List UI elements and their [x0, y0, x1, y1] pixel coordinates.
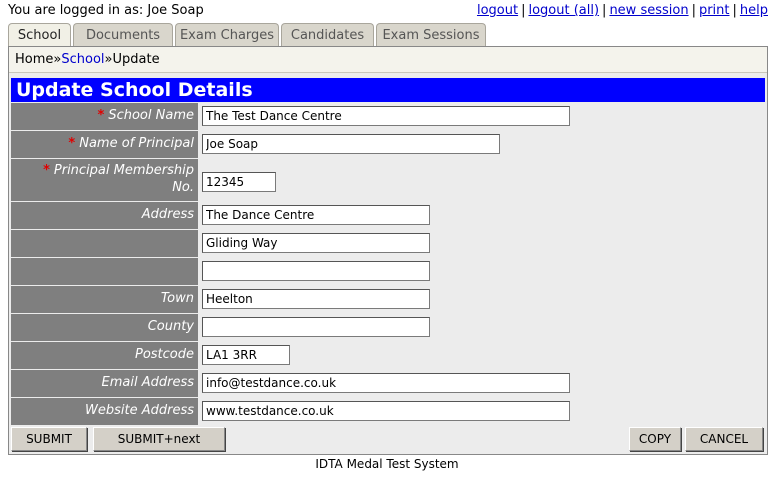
- cancel-button[interactable]: CANCEL: [685, 427, 763, 451]
- page-title: Update School Details: [11, 78, 765, 102]
- submit-button[interactable]: SUBMIT: [11, 427, 87, 451]
- row-town: Town: [11, 286, 765, 313]
- new-session-link[interactable]: new session: [609, 3, 688, 18]
- label-empty: [11, 258, 198, 285]
- label-address: Address: [11, 202, 198, 229]
- tab-candidates[interactable]: Candidates: [281, 23, 374, 47]
- principal-name-input[interactable]: [202, 134, 500, 154]
- content-panel: Home»School»Update Update School Details…: [8, 46, 768, 455]
- print-link[interactable]: print: [699, 3, 730, 18]
- membership-no-input[interactable]: [202, 172, 276, 192]
- button-bar: SUBMIT SUBMIT+next COPY CANCEL: [11, 427, 765, 451]
- label-school-name: * School Name: [11, 103, 198, 130]
- postcode-input[interactable]: [202, 345, 290, 365]
- label-town: Town: [11, 286, 198, 313]
- required-marker: *: [97, 108, 105, 123]
- label-website: Website Address: [11, 398, 198, 425]
- logout-all-link[interactable]: logout (all): [528, 3, 599, 18]
- label-membership-no: * Principal Membership No.: [11, 159, 198, 201]
- row-membership-no: * Principal Membership No.: [11, 159, 765, 201]
- row-address-3: [11, 258, 765, 285]
- row-website: Website Address: [11, 398, 765, 425]
- row-principal-name: * Name of Principal: [11, 131, 765, 158]
- address-line3-input[interactable]: [202, 261, 430, 281]
- label-empty: [11, 230, 198, 257]
- row-school-name: * School Name: [11, 103, 765, 130]
- row-county: County: [11, 314, 765, 341]
- county-input[interactable]: [202, 317, 430, 337]
- logout-link[interactable]: logout: [477, 3, 518, 18]
- breadcrumb-home[interactable]: Home: [15, 52, 53, 67]
- town-input[interactable]: [202, 289, 430, 309]
- tab-exam-charges[interactable]: Exam Charges: [175, 23, 279, 47]
- label-email: Email Address: [11, 370, 198, 397]
- row-postcode: Postcode: [11, 342, 765, 369]
- label-county: County: [11, 314, 198, 341]
- breadcrumb-school-link[interactable]: School: [61, 52, 104, 67]
- submit-next-button[interactable]: SUBMIT+next: [93, 427, 225, 451]
- school-name-input[interactable]: [202, 106, 570, 126]
- label-postcode: Postcode: [11, 342, 198, 369]
- required-marker: *: [43, 163, 50, 178]
- website-input[interactable]: [202, 401, 570, 421]
- address-line2-input[interactable]: [202, 233, 430, 253]
- logged-in-text: You are logged in as: Joe Soap: [8, 3, 204, 18]
- tab-documents[interactable]: Documents: [73, 23, 173, 47]
- row-address: Address: [11, 202, 765, 229]
- breadcrumb-current: Update: [112, 52, 160, 67]
- tab-exam-sessions[interactable]: Exam Sessions: [376, 23, 486, 47]
- required-marker: *: [68, 136, 76, 151]
- address-line1-input[interactable]: [202, 205, 430, 225]
- row-email: Email Address: [11, 370, 765, 397]
- footer-text: IDTA Medal Test System: [315, 457, 459, 471]
- email-input[interactable]: [202, 373, 570, 393]
- session-links: logout | logout (all) | new session | print | he…: [476, 3, 768, 18]
- breadcrumb: Home»School»Update: [9, 47, 767, 73]
- label-principal-name: * Name of Principal: [11, 131, 198, 158]
- row-address-2: [11, 230, 765, 257]
- tab-school[interactable]: School: [8, 23, 71, 48]
- copy-button[interactable]: COPY: [629, 427, 681, 451]
- help-link[interactable]: help: [740, 3, 768, 18]
- top-bar: You are logged in as: Joe Soap logout | lo…: [8, 3, 768, 21]
